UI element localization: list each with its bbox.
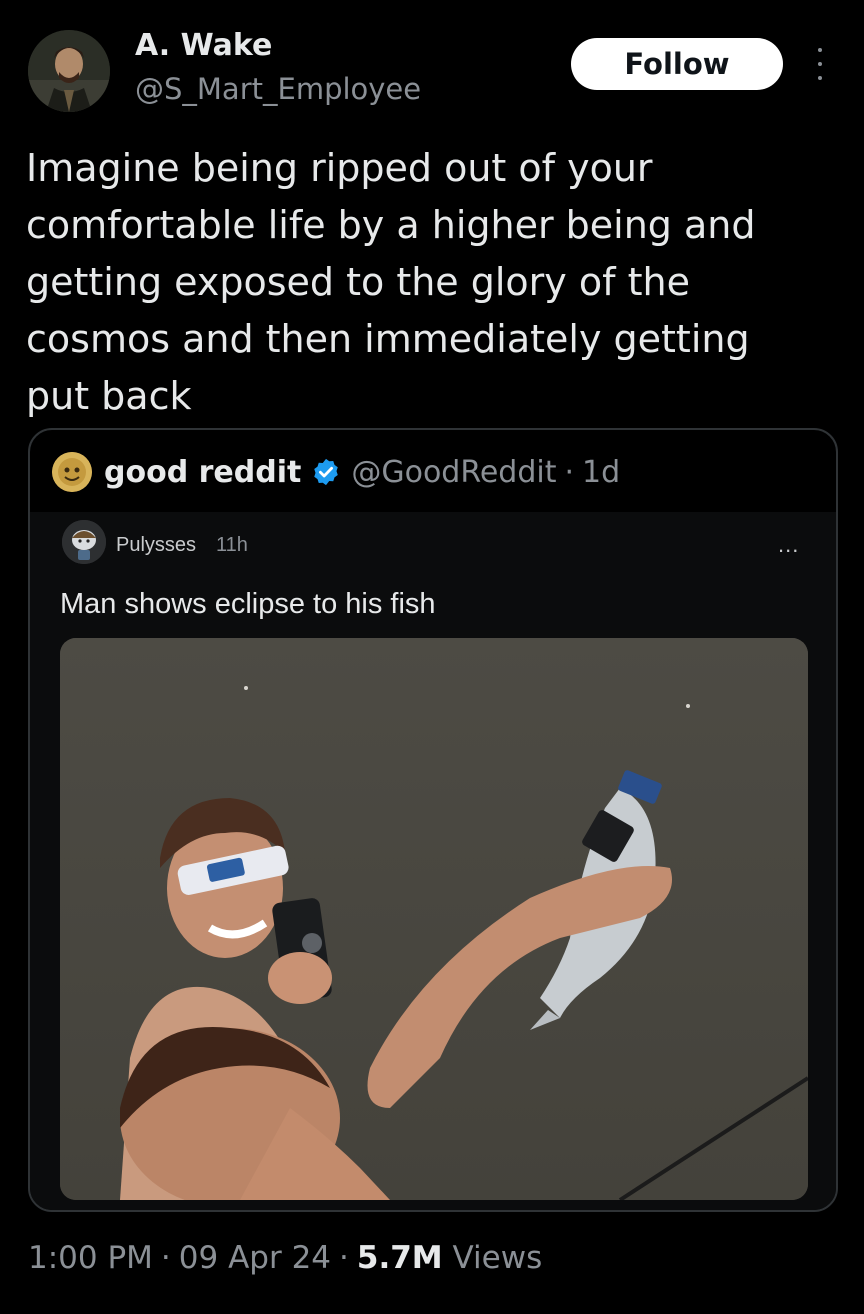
reddit-post-title: Man shows eclipse to his fish: [60, 588, 436, 620]
reddit-user-avatar: [62, 520, 106, 564]
views-count: 5.7M: [356, 1240, 443, 1276]
quoted-author-name[interactable]: good reddit: [104, 455, 301, 490]
reddit-post-time: 11h: [216, 534, 248, 556]
views-label: Views: [452, 1240, 543, 1276]
quoted-tweet-age: 1d: [582, 454, 621, 490]
author-name[interactable]: A. Wake: [135, 28, 272, 63]
tweet-time[interactable]: 1:00 PM: [28, 1240, 153, 1276]
reddit-more-icon: ...: [778, 532, 800, 557]
author-avatar[interactable]: [28, 30, 110, 112]
more-dot: [818, 48, 822, 52]
quoted-author-handle[interactable]: @GoodReddit: [351, 455, 556, 490]
reddit-username: Pulysses: [116, 534, 197, 556]
follow-button[interactable]: Follow: [571, 38, 783, 90]
tweet-text: Imagine being ripped out of your comfort…: [26, 146, 756, 418]
tweet-meta: 1:00 PM · 09 Apr 24 · 5.7M Views: [28, 1240, 542, 1276]
tweet-view: A. Wake @S_Mart_Employee Follow Imagine …: [0, 0, 864, 1314]
tweet-date[interactable]: 09 Apr 24: [179, 1240, 331, 1276]
reddit-post-screenshot: Pulysses 11h ... Man shows eclipse to hi…: [30, 512, 836, 1210]
verified-badge-icon: [314, 458, 339, 486]
author-handle[interactable]: @S_Mart_Employee: [135, 72, 421, 106]
quoted-tweet-header: good reddit @GoodReddit · 1d: [52, 452, 620, 492]
more-dot: [818, 76, 822, 80]
separator: ·: [339, 1240, 349, 1276]
separator: ·: [564, 454, 575, 490]
eclipse-fish-photo[interactable]: [60, 638, 808, 1200]
more-options-icon[interactable]: [810, 44, 830, 84]
quoted-author-avatar[interactable]: [52, 452, 92, 492]
quoted-tweet[interactable]: good reddit @GoodReddit · 1d Pulysses 11…: [28, 428, 838, 1212]
separator: ·: [160, 1240, 171, 1276]
more-dot: [818, 62, 822, 66]
